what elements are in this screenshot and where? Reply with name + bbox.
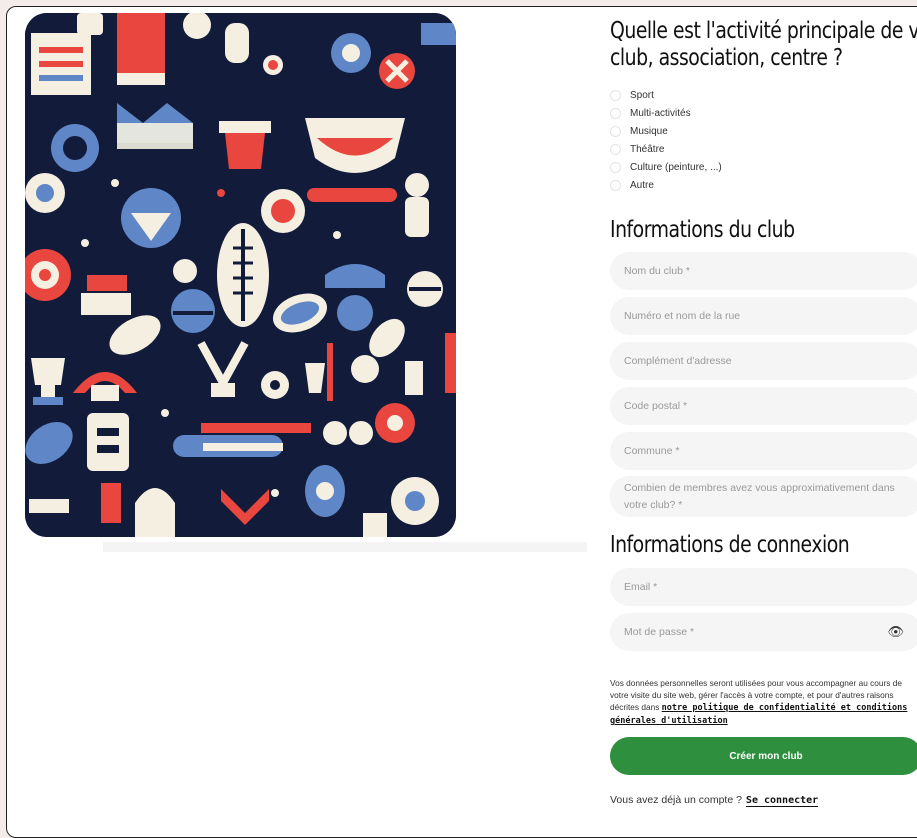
radio-multi-activites[interactable]: Multi-activités bbox=[610, 104, 722, 122]
club-name-input[interactable]: Nom du club * bbox=[610, 252, 917, 290]
city-input[interactable]: Commune * bbox=[610, 432, 917, 470]
password-input[interactable]: Mot de passe * 👁 bbox=[610, 613, 917, 651]
page-frame: Quelle est l'activité principale de votr… bbox=[6, 6, 917, 838]
radio-button[interactable] bbox=[610, 143, 621, 155]
login-prompt: Vous avez déjà un compte ? Se connecter bbox=[610, 794, 819, 807]
password-placeholder: Mot de passe * bbox=[624, 626, 695, 638]
activity-radio-group: Sport Multi-activités Musique Théâtre Cu… bbox=[610, 86, 722, 194]
create-club-button[interactable]: Créer mon club bbox=[610, 737, 917, 775]
radio-button[interactable] bbox=[610, 161, 621, 173]
radio-button[interactable] bbox=[610, 125, 621, 137]
privacy-notice: Vos données personnelles seront utilisée… bbox=[610, 677, 917, 727]
radio-label: Culture (peinture, ...) bbox=[630, 161, 722, 173]
login-question: Vous avez déjà un compte ? bbox=[610, 794, 742, 806]
radio-button[interactable] bbox=[610, 89, 621, 101]
eye-icon[interactable]: 👁 bbox=[887, 624, 904, 640]
radio-theatre[interactable]: Théâtre bbox=[610, 140, 722, 158]
login-link[interactable]: Se connecter bbox=[745, 795, 819, 807]
radio-sport[interactable]: Sport bbox=[610, 86, 722, 104]
radio-label: Autre bbox=[630, 179, 654, 191]
radio-label: Musique bbox=[630, 125, 668, 137]
members-count-input[interactable]: Combien de membres avez vous approximati… bbox=[610, 476, 917, 517]
radio-culture[interactable]: Culture (peinture, ...) bbox=[610, 158, 722, 176]
sports-illustration bbox=[25, 13, 456, 537]
email-input[interactable]: Email * bbox=[610, 568, 917, 606]
radio-label: Sport bbox=[630, 89, 654, 101]
activity-title: Quelle est l'activité principale de votr… bbox=[610, 18, 917, 71]
radio-label: Théâtre bbox=[630, 143, 665, 155]
radio-button[interactable] bbox=[610, 179, 621, 191]
login-info-title: Informations de connexion bbox=[610, 532, 850, 558]
postal-code-input[interactable]: Code postal * bbox=[610, 387, 917, 425]
address-complement-input[interactable]: Complément d'adresse bbox=[610, 342, 917, 380]
club-info-title: Informations du club bbox=[610, 217, 795, 243]
radio-label: Multi-activités bbox=[630, 107, 691, 119]
radio-autre[interactable]: Autre bbox=[610, 176, 722, 194]
divider bbox=[103, 542, 587, 552]
street-input[interactable]: Numéro et nom de la rue bbox=[610, 297, 917, 335]
radio-musique[interactable]: Musique bbox=[610, 122, 722, 140]
radio-button[interactable] bbox=[610, 107, 621, 119]
